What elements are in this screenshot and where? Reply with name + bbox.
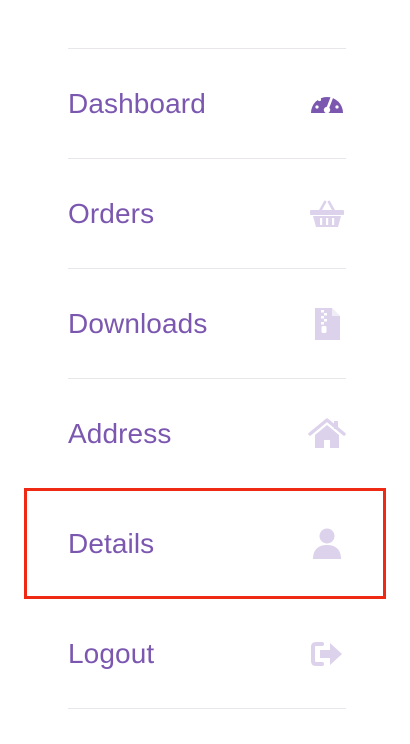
account-navigation: Dashboard Orders Downloads Address Detai… [68, 48, 346, 709]
nav-item-logout[interactable]: Logout [68, 599, 346, 708]
nav-item-label: Downloads [68, 307, 208, 339]
nav-item-label: Dashboard [68, 87, 206, 119]
zip-file-icon [308, 305, 346, 343]
nav-item-label: Address [68, 417, 172, 449]
home-icon [308, 415, 346, 453]
sign-out-icon [308, 635, 346, 673]
nav-item-address[interactable]: Address [68, 379, 346, 488]
basket-icon [308, 195, 346, 233]
nav-item-label: Orders [68, 197, 155, 229]
divider [68, 708, 346, 709]
nav-item-details[interactable]: Details [68, 489, 346, 598]
nav-item-label: Logout [68, 637, 155, 669]
user-icon [308, 525, 346, 563]
nav-item-downloads[interactable]: Downloads [68, 269, 346, 378]
dashboard-gauge-icon [308, 85, 346, 123]
nav-item-dashboard[interactable]: Dashboard [68, 49, 346, 158]
nav-item-orders[interactable]: Orders [68, 159, 346, 268]
nav-item-label: Details [68, 527, 155, 559]
